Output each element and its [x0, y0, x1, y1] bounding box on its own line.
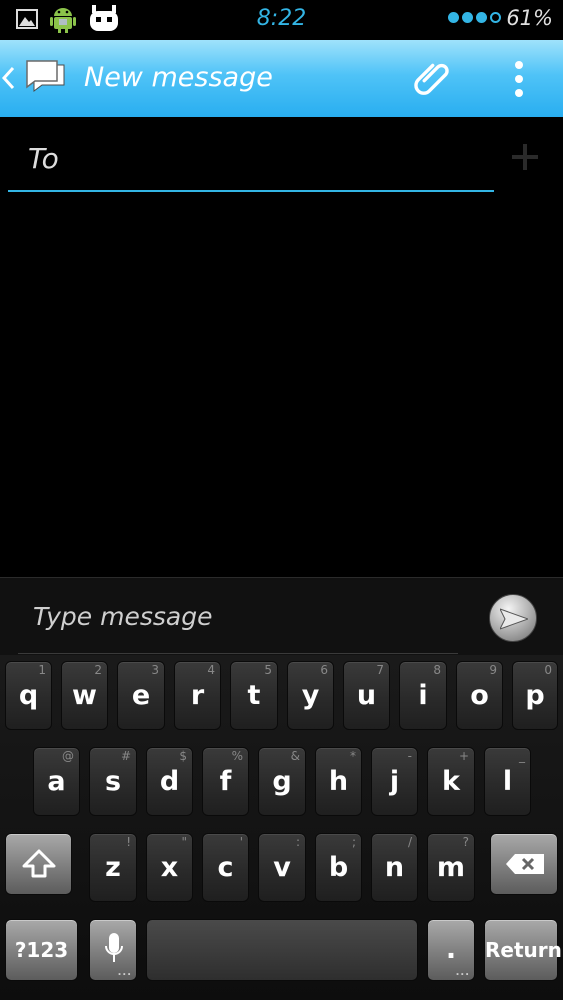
key-q[interactable]: 1q [5, 661, 52, 730]
key-y[interactable]: 6y [287, 661, 334, 730]
key-k[interactable]: + k [427, 747, 475, 816]
key-i[interactable]: 8i [399, 661, 447, 730]
backspace-icon [506, 854, 544, 874]
signal-indicator [448, 12, 501, 23]
microphone-icon [105, 933, 123, 962]
key-a[interactable]: @ a [33, 747, 80, 816]
space-key[interactable] [146, 919, 418, 981]
key-t[interactable]: 5t [230, 661, 278, 730]
key-r[interactable]: 4r [174, 661, 221, 730]
shift-icon [22, 849, 56, 878]
message-placeholder: Type message [33, 602, 213, 631]
conversation-area [0, 195, 563, 575]
key-g[interactable]: & g [258, 747, 306, 816]
recipient-placeholder: To [28, 142, 59, 175]
key-z[interactable]: ! z [89, 833, 137, 902]
key-f[interactable]: % f [202, 747, 249, 816]
messaging-app-icon[interactable] [24, 59, 68, 103]
add-recipient-icon[interactable] [508, 140, 542, 174]
send-icon [500, 608, 528, 630]
overflow-menu-icon[interactable] [508, 59, 530, 99]
key-s[interactable]: # s [89, 747, 137, 816]
key-w[interactable]: 2w [61, 661, 108, 730]
key-m[interactable]: ? m [427, 833, 475, 902]
backspace-key[interactable] [490, 833, 558, 895]
voice-input-key[interactable]: ... [89, 919, 137, 981]
action-bar: New message [0, 40, 563, 117]
key-x[interactable]: " x [146, 833, 193, 902]
keyboard: 1q 2w 3e 4r 5t 6y 7u 8i 9o 0p @ a # s $ d %… [0, 655, 563, 1000]
symbols-key[interactable]: ?123 [5, 919, 78, 981]
key-h[interactable]: * h [315, 747, 362, 816]
period-key[interactable]: . ... [427, 919, 475, 981]
key-c[interactable]: ' c [202, 833, 249, 902]
key-p[interactable]: 0p [512, 661, 558, 730]
page-title: New message [84, 62, 273, 93]
return-key[interactable]: Return [484, 919, 562, 981]
back-icon[interactable] [0, 60, 16, 100]
key-l[interactable]: _ l [484, 747, 531, 816]
shift-key[interactable] [5, 833, 72, 895]
message-input[interactable]: Type message [18, 594, 458, 654]
recipient-input[interactable]: To [8, 130, 494, 192]
key-j[interactable]: -j [371, 747, 418, 816]
status-bar: 8:22 61% [0, 0, 563, 40]
key-b[interactable]: ; b [315, 833, 362, 902]
key-e[interactable]: 3e [117, 661, 165, 730]
key-o[interactable]: 9o [456, 661, 503, 730]
key-n[interactable]: / n [371, 833, 418, 902]
send-button[interactable] [489, 594, 537, 642]
key-u[interactable]: 7u [343, 661, 390, 730]
compose-bar: Type message [0, 577, 563, 655]
key-v[interactable]: :v [258, 833, 306, 902]
battery-level: 61% [506, 6, 553, 30]
attach-icon[interactable] [408, 56, 454, 106]
key-d[interactable]: $ d [146, 747, 193, 816]
